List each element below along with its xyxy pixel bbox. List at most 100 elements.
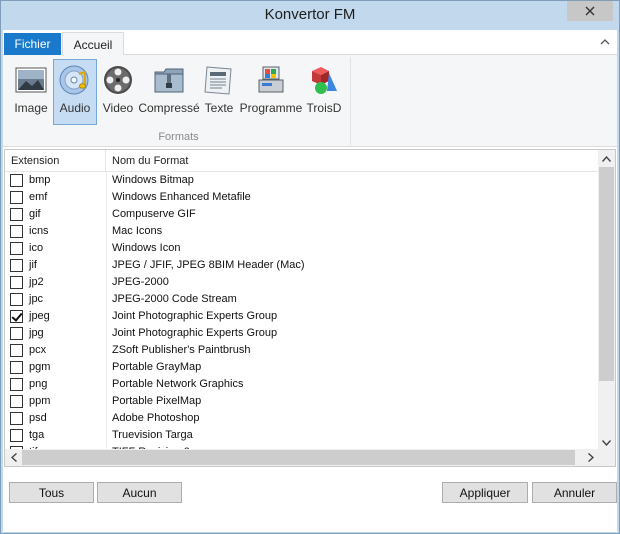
image-icon (15, 67, 47, 93)
row-checkbox[interactable] (10, 361, 23, 374)
close-button[interactable] (567, 1, 613, 21)
scroll-left-button[interactable] (5, 449, 22, 466)
ribbon-panel: Image Audio Video Compressé Texte Progra… (3, 55, 617, 147)
list-item[interactable]: jp2 JPEG-2000 (5, 274, 599, 291)
texte-button[interactable]: Texte (201, 59, 237, 125)
row-extension: bmp (29, 174, 51, 186)
compresse-button[interactable]: Compressé (138, 59, 200, 125)
horizontal-scrollbar[interactable] (5, 449, 599, 466)
row-extension: pcx (29, 344, 47, 356)
programme-button[interactable]: Programme (239, 59, 303, 125)
row-format-name: Joint Photographic Experts Group (112, 327, 278, 339)
column-header-format[interactable]: Nom du Format (106, 150, 599, 172)
list-item[interactable]: ico Windows Icon (5, 240, 599, 257)
list-rows: bmp Windows Bitmap emf Windows Enhanced Met… (5, 172, 599, 452)
chevron-left-icon (10, 453, 17, 462)
formats-group: Image Audio Video Compressé Texte Progra… (7, 57, 351, 145)
list-item[interactable]: jpg Joint Photographic Experts Group (5, 325, 599, 342)
horizontal-scroll-thumb[interactable] (22, 450, 575, 465)
row-format-name: Portable PixelMap (112, 395, 202, 407)
select-all-button[interactable]: Tous (9, 482, 94, 503)
scroll-right-button[interactable] (582, 449, 599, 466)
row-format-name: Adobe Photoshop (112, 412, 200, 424)
row-extension: jpeg (29, 310, 50, 322)
audio-icon (59, 65, 89, 95)
row-checkbox[interactable] (10, 310, 23, 323)
row-checkbox[interactable] (10, 276, 23, 289)
list-item[interactable]: pcx ZSoft Publisher's Paintbrush (5, 342, 599, 359)
window-title: Konvertor FM (264, 6, 356, 23)
row-format-name: JPEG / JFIF, JPEG 8BIM Header (Mac) (112, 259, 305, 271)
chevron-right-icon (587, 453, 594, 462)
row-extension: jp2 (29, 276, 44, 288)
row-checkbox[interactable] (10, 174, 23, 187)
row-checkbox[interactable] (10, 208, 23, 221)
chevron-up-icon (602, 155, 611, 162)
row-checkbox[interactable] (10, 412, 23, 425)
column-header-extension[interactable]: Extension (5, 150, 106, 172)
list-item[interactable]: jif JPEG / JFIF, JPEG 8BIM Header (Mac) (5, 257, 599, 274)
image-label: Image (14, 101, 48, 115)
row-checkbox[interactable] (10, 327, 23, 340)
tab-fichier[interactable]: Fichier (4, 33, 61, 55)
texte-label: Texte (204, 101, 234, 115)
row-format-name: Truevision Targa (112, 429, 193, 441)
list-item[interactable]: jpc JPEG-2000 Code Stream (5, 291, 599, 308)
formats-group-label: Formats (158, 131, 199, 143)
row-extension: jpc (29, 293, 44, 305)
vertical-scrollbar[interactable] (598, 150, 615, 451)
row-checkbox[interactable] (10, 242, 23, 255)
film-reel-icon (104, 66, 132, 94)
scroll-up-button[interactable] (598, 150, 615, 167)
row-checkbox[interactable] (10, 293, 23, 306)
ribbon-tab-bar: Fichier Accueil (3, 30, 617, 56)
scrollbar-corner (598, 449, 615, 466)
select-none-button[interactable]: Aucun (97, 482, 182, 503)
troisd-button[interactable]: TroisD (305, 59, 343, 125)
list-item[interactable]: jpeg Joint Photographic Experts Group (5, 308, 599, 325)
video-label: Video (102, 101, 134, 115)
row-checkbox[interactable] (10, 344, 23, 357)
list-item[interactable]: icns Mac Icons (5, 223, 599, 240)
video-button[interactable]: Video (99, 59, 137, 125)
row-checkbox[interactable] (10, 259, 23, 272)
row-extension: png (29, 378, 48, 390)
row-format-name: JPEG-2000 (112, 276, 169, 288)
row-extension: psd (29, 412, 47, 424)
row-format-name: JPEG-2000 Code Stream (112, 293, 237, 305)
list-item[interactable]: ppm Portable PixelMap (5, 393, 599, 410)
list-item[interactable]: pgm Portable GrayMap (5, 359, 599, 376)
list-item[interactable]: gif Compuserve GIF (5, 206, 599, 223)
cancel-button[interactable]: Annuler (532, 482, 617, 503)
row-format-name: Portable Network Graphics (112, 378, 244, 390)
main-window: Konvertor FM Fichier Accueil Image Audio… (0, 0, 620, 534)
close-icon (585, 6, 595, 16)
image-button[interactable]: Image (11, 59, 51, 125)
audio-button[interactable]: Audio (53, 59, 97, 125)
list-item[interactable]: png Portable Network Graphics (5, 376, 599, 393)
row-format-name: Portable GrayMap (112, 361, 202, 373)
row-extension: icns (29, 225, 49, 237)
list-header: Extension Nom du Format (5, 150, 599, 172)
list-item[interactable]: emf Windows Enhanced Metafile (5, 189, 599, 206)
apply-button[interactable]: Appliquer (442, 482, 528, 503)
collapse-ribbon-button[interactable] (599, 36, 611, 48)
newspaper-icon (204, 66, 232, 95)
troisd-label: TroisD (306, 101, 342, 115)
vertical-scroll-thumb[interactable] (599, 167, 614, 381)
row-checkbox[interactable] (10, 378, 23, 391)
row-extension: tga (29, 429, 45, 441)
format-list: Extension Nom du Format bmp Windows Bitma… (4, 149, 616, 467)
row-extension: gif (29, 208, 41, 220)
tab-accueil[interactable]: Accueil (62, 32, 124, 56)
list-item[interactable]: bmp Windows Bitmap (5, 172, 599, 189)
row-format-name: Windows Bitmap (112, 174, 194, 186)
row-checkbox[interactable] (10, 395, 23, 408)
row-format-name: Mac Icons (112, 225, 163, 237)
list-item[interactable]: tga Truevision Targa (5, 427, 599, 444)
row-checkbox[interactable] (10, 429, 23, 442)
row-format-name: Windows Enhanced Metafile (112, 191, 251, 203)
list-item[interactable]: psd Adobe Photoshop (5, 410, 599, 427)
row-checkbox[interactable] (10, 225, 23, 238)
row-checkbox[interactable] (10, 191, 23, 204)
